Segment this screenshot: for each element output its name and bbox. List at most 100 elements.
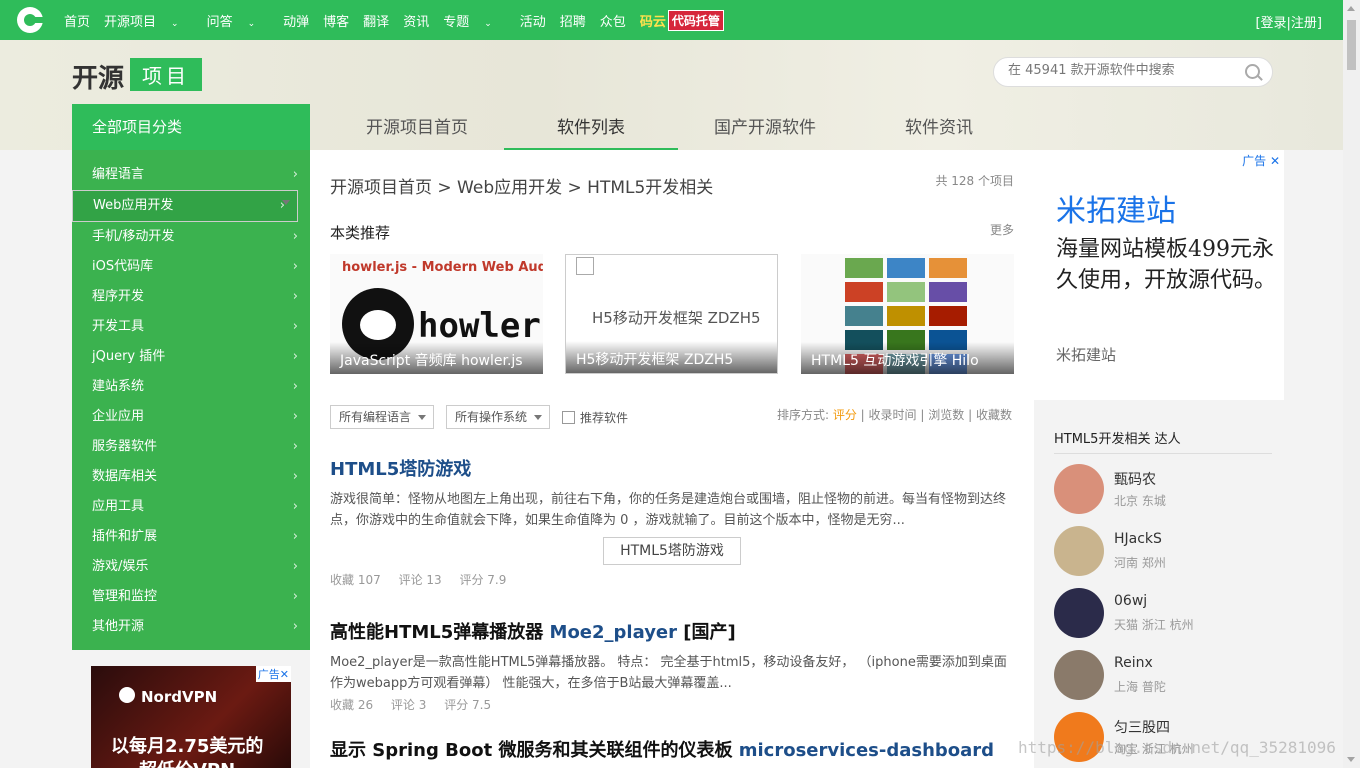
ad-label[interactable]: 广告 ✕ xyxy=(1242,152,1280,169)
sidebar-item-web-dev[interactable]: Web应用开发 › xyxy=(72,190,298,222)
expert-item[interactable]: 甄码农 北京 东城 xyxy=(1054,454,1272,516)
scrollbar-thumb[interactable] xyxy=(1347,20,1356,70)
sidebar-item-games[interactable]: 游戏/娱乐 › xyxy=(72,552,310,582)
expert-item[interactable]: 06wj 天猫 浙江 杭州 xyxy=(1054,578,1272,640)
nav-translate[interactable]: 翻译 xyxy=(363,11,389,30)
scroll-down-icon[interactable] xyxy=(1347,757,1355,762)
sidebar-item-database[interactable]: 数据库相关 › xyxy=(72,462,310,492)
sort-label: 排序方式: xyxy=(776,408,829,422)
nav-crowdsource[interactable]: 众包 xyxy=(600,11,626,30)
tab-software-news[interactable]: 软件资讯 xyxy=(852,108,1026,148)
sidebar-item-ios-libs[interactable]: iOS代码库 › xyxy=(72,252,310,282)
chevron-down-icon: ⌄ xyxy=(484,18,492,29)
avatar[interactable] xyxy=(1054,526,1104,576)
oschina-logo-icon[interactable] xyxy=(17,7,44,33)
tab-domestic-software[interactable]: 国产开源软件 xyxy=(678,108,852,148)
sidebar-title[interactable]: 全部项目分类 xyxy=(72,104,310,150)
sort-favorites[interactable]: 收藏数 xyxy=(976,408,1012,422)
chevron-right-icon: › xyxy=(292,349,298,364)
expert-item[interactable]: Reinx 上海 普陀 xyxy=(1054,640,1272,702)
avatar[interactable] xyxy=(1054,464,1104,514)
recommend-card[interactable]: H5移动开发框架 ZDZH5 H5移动开发框架 ZDZH5 xyxy=(565,254,778,374)
sidebar-item-jquery-plugins[interactable]: jQuery 插件 › xyxy=(72,342,310,372)
os-select[interactable]: 所有操作系统 xyxy=(446,405,551,429)
project-desc: 游戏很简单：怪物从地图左上角出现，前往右下角，你的任务是建造炮台或围墙，阻止怪物… xyxy=(330,492,1007,528)
project-title[interactable]: 高性能HTML5弹幕播放器 Moe2_player [国产] xyxy=(330,618,1014,644)
metinfo-ad[interactable]: 广告 ✕ 米拓建站 海量网站模板499元永久使用，开放源代码。 米拓建站 xyxy=(1034,150,1284,400)
language-select[interactable]: 所有编程语言 xyxy=(330,405,435,429)
close-icon[interactable]: ✕ xyxy=(1270,154,1280,168)
expert-name[interactable]: 06wj xyxy=(1114,593,1147,609)
sidebar-item-programming-languages[interactable]: 编程语言 › xyxy=(72,160,310,190)
sidebar-item-program-dev[interactable]: 程序开发 › xyxy=(72,282,310,312)
expert-location: 上海 普陀 xyxy=(1114,680,1166,694)
project-title[interactable]: HTML5塔防游戏 xyxy=(330,455,1014,481)
sort-separator: | xyxy=(968,408,973,422)
section-brand[interactable]: 开源 项目 xyxy=(72,58,203,95)
sidebar-item-other[interactable]: 其他开源 › xyxy=(72,612,310,642)
sidebar-item-app-tools[interactable]: 应用工具 › xyxy=(72,492,310,522)
expert-location: 天猫 浙江 杭州 xyxy=(1114,618,1194,632)
card-caption: HTML5 互动游戏引擎 Hilo xyxy=(801,342,1014,374)
chevron-right-icon: › xyxy=(292,167,298,182)
nav-qa[interactable]: 问答 ⌄ xyxy=(207,11,270,30)
expert-item[interactable]: HJackS 河南 郑州 xyxy=(1054,516,1272,578)
nav-projects[interactable]: 开源项目 ⌄ xyxy=(104,11,193,30)
project-desc: Moe2_player是一款高性能HTML5弹幕播放器。 特点： 完全基于htm… xyxy=(330,655,1007,691)
login-register-link[interactable]: [登录|注册] xyxy=(1255,12,1322,31)
sidebar-item-mobile-dev[interactable]: 手机/移动开发 › xyxy=(72,222,310,252)
nav-blog[interactable]: 博客 xyxy=(323,11,349,30)
ad-title: 米拓建站 xyxy=(1056,194,1176,229)
avatar[interactable] xyxy=(1054,588,1104,638)
ad-label[interactable]: 广告✕ xyxy=(255,666,291,682)
sort-views[interactable]: 浏览数 xyxy=(928,408,964,422)
project-count: 共 128 个项目 xyxy=(935,174,1014,188)
filter-bar: 所有编程语言 所有操作系统 推荐软件 xyxy=(330,405,628,429)
card-caption: JavaScript 音频库 howler.js xyxy=(330,342,543,374)
sidebar-item-monitoring[interactable]: 管理和监控 › xyxy=(72,582,310,612)
score: 评分 7.9 xyxy=(459,573,507,587)
sidebar-item-enterprise[interactable]: 企业应用 › xyxy=(72,402,310,432)
comment-count: 评论 13 xyxy=(398,573,442,587)
close-icon[interactable]: ✕ xyxy=(280,668,289,681)
nav-home[interactable]: 首页 xyxy=(64,11,90,30)
ad-subline: 超低价VPN xyxy=(139,756,235,768)
chevron-down-icon: ⌄ xyxy=(247,18,256,29)
recommend-card[interactable]: HTML5 互动游戏引擎 Hilo xyxy=(801,254,1014,374)
nav-events[interactable]: 活动 xyxy=(520,11,546,30)
tab-software-list[interactable]: 软件列表 xyxy=(504,108,678,150)
chevron-right-icon: › xyxy=(292,589,298,604)
expert-name[interactable]: HJackS xyxy=(1114,531,1162,547)
expert-name[interactable]: 甄码农 xyxy=(1114,469,1156,489)
sort-date[interactable]: 收录时间 xyxy=(869,408,917,422)
sidebar-item-dev-tools[interactable]: 开发工具 › xyxy=(72,312,310,342)
recommend-checkbox[interactable] xyxy=(562,410,576,424)
nav-tweets[interactable]: 动弹 xyxy=(283,11,309,30)
search-input[interactable] xyxy=(1006,62,1240,79)
sidebar-item-cms[interactable]: 建站系统 › xyxy=(72,372,310,402)
tab-projects-home[interactable]: 开源项目首页 xyxy=(330,108,504,148)
project-item: 高性能HTML5弹幕播放器 Moe2_player [国产] Moe2_play… xyxy=(330,618,1014,713)
scroll-up-icon[interactable] xyxy=(1347,6,1355,11)
category-sidebar: 全部项目分类 编程语言 › Web应用开发 › 手机/移动开发 › iOS代码库 › 程… xyxy=(72,104,310,650)
chevron-right-icon: › xyxy=(292,289,298,304)
expert-name[interactable]: Reinx xyxy=(1114,655,1153,671)
page-scrollbar[interactable] xyxy=(1343,0,1360,768)
sidebar-item-plugins[interactable]: 插件和扩展 › xyxy=(72,522,310,552)
more-link[interactable]: 更多 xyxy=(990,221,1014,238)
nav-jobs[interactable]: 招聘 xyxy=(560,11,586,30)
sort-score[interactable]: 评分 xyxy=(833,408,857,422)
sidebar-item-server[interactable]: 服务器软件 › xyxy=(72,432,310,462)
nav-topics[interactable]: 专题 ⌄ xyxy=(443,11,506,30)
nav-code-hosting[interactable]: 代码托管 xyxy=(667,9,724,31)
recommend-card[interactable]: howler.js - Modern Web Audio J howler. J… xyxy=(330,254,543,374)
broken-image-icon xyxy=(576,257,594,275)
project-title[interactable]: 显示 Spring Boot 微服务和其关联组件的仪表板 microservic… xyxy=(330,736,1014,762)
nav-gitee[interactable]: 码云 xyxy=(640,11,666,30)
comment-count: 评论 3 xyxy=(390,698,427,712)
nordvpn-ad[interactable]: 广告✕ NordVPN 以每月2.75美元的 超低价VPN xyxy=(91,666,291,768)
nav-news[interactable]: 资讯 xyxy=(403,11,429,30)
expert-name[interactable]: 匀三股四 xyxy=(1114,717,1170,737)
avatar[interactable] xyxy=(1054,650,1104,700)
search-icon[interactable] xyxy=(1245,64,1260,79)
